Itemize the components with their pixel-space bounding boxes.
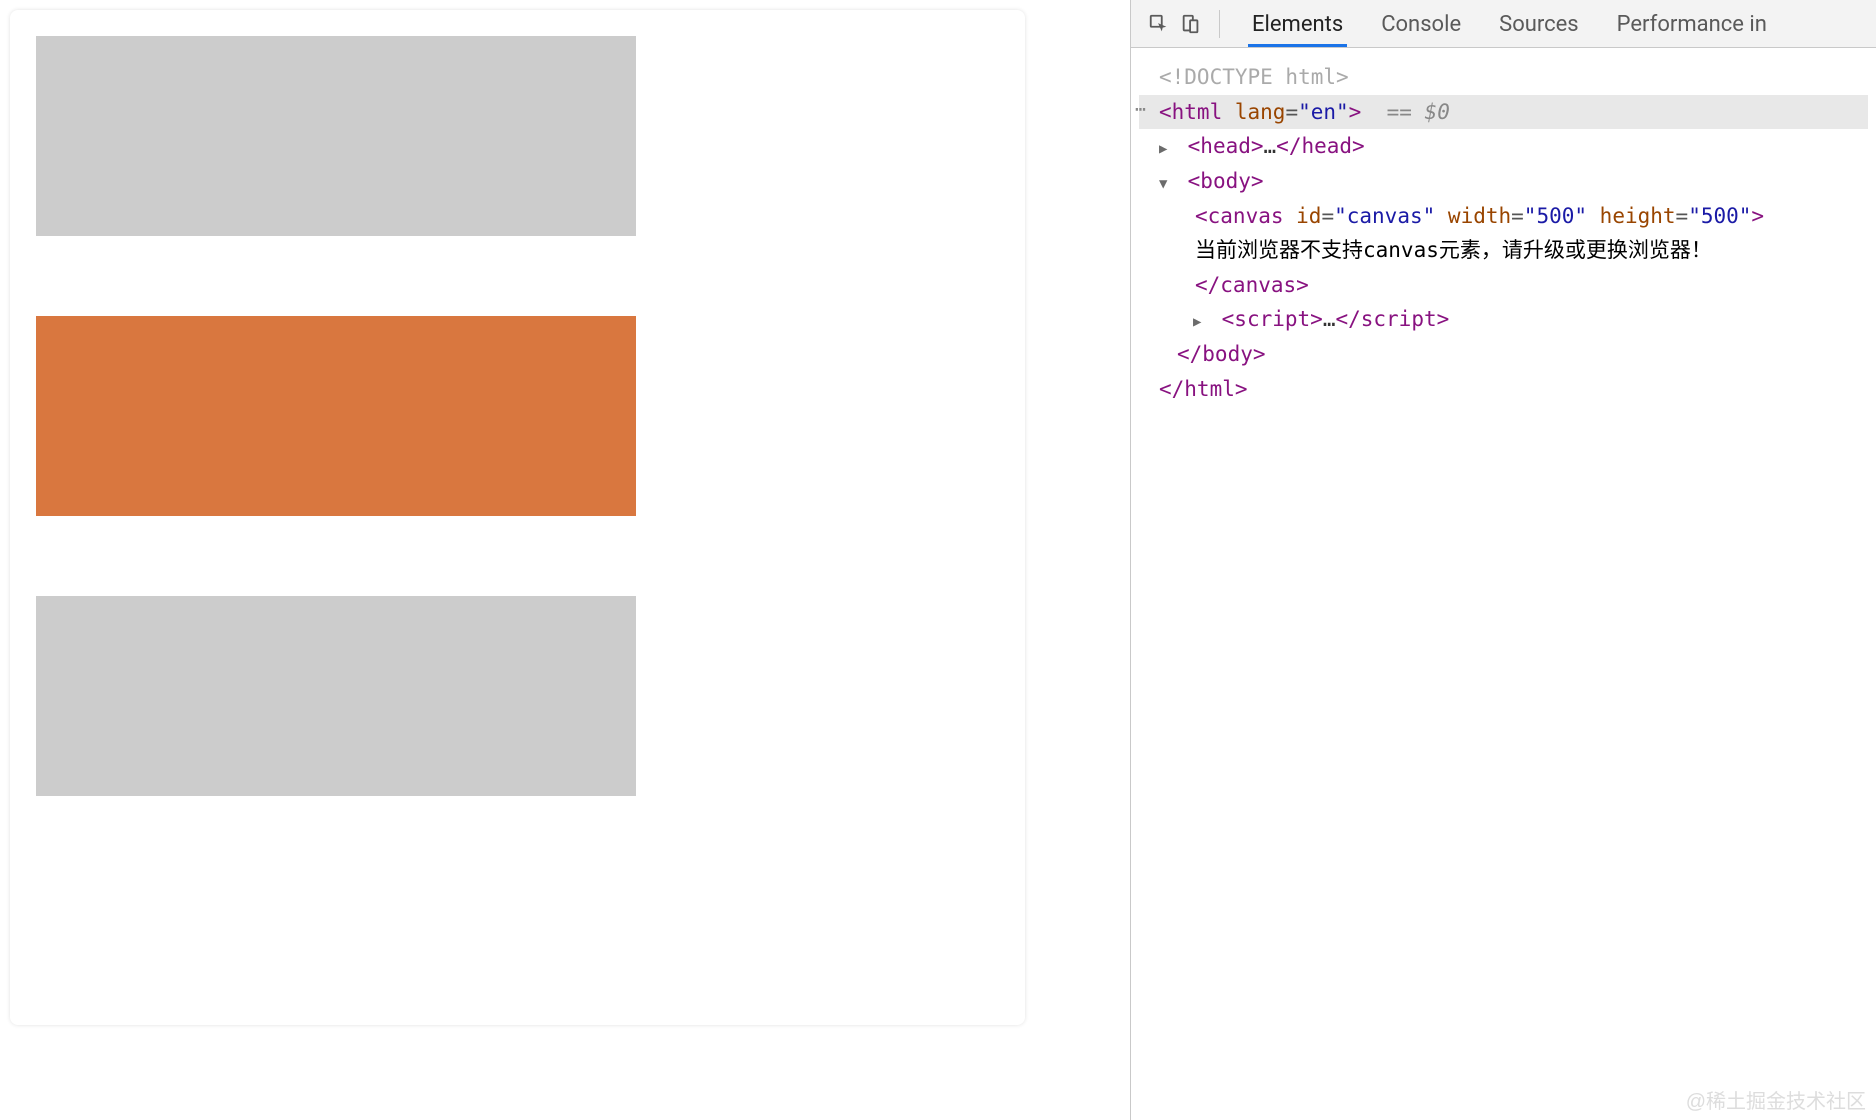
dom-body-close[interactable]: </body> bbox=[1139, 337, 1868, 372]
dom-html-close[interactable]: </html> bbox=[1139, 372, 1868, 407]
dom-canvas-open[interactable]: <canvas id="canvas" width="500" height="… bbox=[1139, 199, 1868, 234]
dom-doctype[interactable]: <!DOCTYPE html> bbox=[1139, 60, 1868, 95]
ellipsis-icon: ⋯ bbox=[1135, 95, 1145, 125]
page-preview-panel bbox=[0, 0, 1130, 1120]
dom-head[interactable]: ▶ <head>…</head> bbox=[1139, 129, 1868, 164]
dom-body-open[interactable]: ▼ <body> bbox=[1139, 164, 1868, 199]
disclosure-right-icon[interactable]: ▶ bbox=[1193, 311, 1207, 334]
inspect-element-icon[interactable] bbox=[1147, 12, 1171, 36]
canvas-rect-2 bbox=[36, 316, 636, 516]
dom-tree[interactable]: <!DOCTYPE html> ⋯ <html lang="en"> == $0… bbox=[1131, 48, 1876, 418]
canvas-rect-3 bbox=[36, 596, 636, 796]
devtools-panel: Elements Console Sources Performance in … bbox=[1130, 0, 1876, 1120]
disclosure-down-icon[interactable]: ▼ bbox=[1159, 173, 1173, 196]
tab-sources[interactable]: Sources bbox=[1495, 2, 1583, 45]
tab-performance[interactable]: Performance in bbox=[1613, 2, 1771, 45]
dom-html-open[interactable]: ⋯ <html lang="en"> == $0 bbox=[1139, 95, 1868, 130]
devtools-toolbar: Elements Console Sources Performance in bbox=[1131, 0, 1876, 48]
watermark: @稀土掘金技术社区 bbox=[1686, 1085, 1866, 1114]
tab-console[interactable]: Console bbox=[1377, 2, 1465, 45]
devtools-tabs: Elements Console Sources Performance in bbox=[1248, 2, 1771, 45]
device-toggle-icon[interactable] bbox=[1179, 12, 1203, 36]
dom-script[interactable]: ▶ <script>…</script> bbox=[1139, 302, 1868, 337]
toolbar-divider bbox=[1219, 10, 1220, 38]
dom-canvas-close[interactable]: </canvas> bbox=[1139, 268, 1868, 303]
canvas-preview bbox=[10, 10, 1025, 1025]
dom-canvas-fallback-text[interactable]: 当前浏览器不支持canvas元素，请升级或更换浏览器！ bbox=[1139, 233, 1868, 268]
canvas-rect-1 bbox=[36, 36, 636, 236]
tab-elements[interactable]: Elements bbox=[1248, 2, 1347, 45]
disclosure-right-icon[interactable]: ▶ bbox=[1159, 138, 1173, 161]
